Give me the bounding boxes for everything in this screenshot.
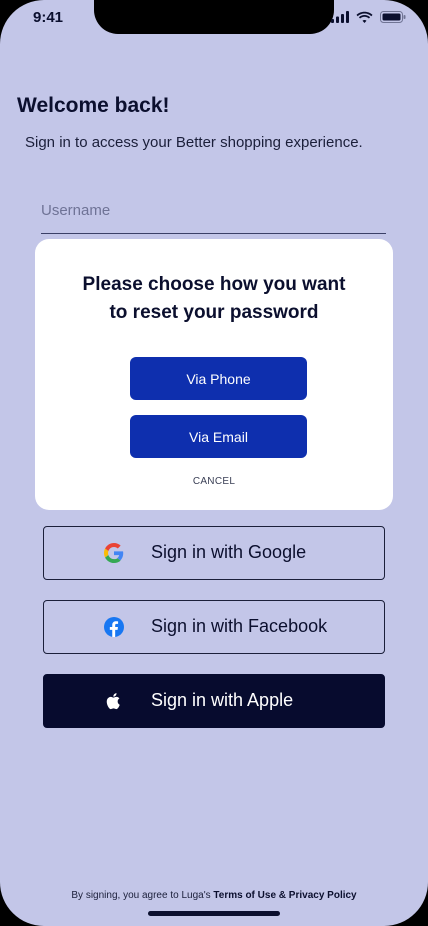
facebook-icon (104, 617, 124, 637)
dialog-title-line-1: Please choose how you want (82, 274, 346, 295)
page-title: Welcome back! (17, 94, 170, 117)
sign-in-google-button[interactable]: Sign in with Google (43, 526, 385, 580)
signal-icon (331, 11, 349, 23)
footer-prefix: By signing, you agree to Luga's (71, 890, 214, 901)
device-notch (94, 0, 334, 34)
apple-button-label: Sign in with Apple (151, 690, 294, 710)
battery-icon (380, 11, 406, 23)
footer-joiner: & (276, 890, 289, 901)
via-email-button[interactable]: Via Email (130, 415, 307, 458)
privacy-policy-link[interactable]: Privacy Policy (289, 890, 357, 901)
terms-of-use-link[interactable]: Terms of Use (213, 890, 276, 901)
legal-footer: By signing, you agree to Luga's Terms of… (0, 890, 428, 901)
phone-screen: 9:41 Welcome back! Sign in to access you… (0, 0, 428, 926)
apple-icon (106, 693, 120, 710)
reset-password-dialog: Please choose how you want to reset your… (35, 239, 393, 510)
status-time: 9:41 (33, 9, 64, 26)
username-input[interactable]: Username (41, 202, 386, 234)
page-subtitle: Sign in to access your Better shopping e… (25, 134, 363, 151)
status-icons (331, 11, 406, 23)
via-phone-button[interactable]: Via Phone (130, 357, 307, 400)
wifi-icon (356, 11, 373, 23)
home-indicator[interactable] (148, 911, 280, 916)
google-button-label: Sign in with Google (151, 542, 307, 562)
sign-in-apple-button[interactable]: Sign in with Apple (43, 674, 385, 728)
dialog-title: Please choose how you want to reset your… (35, 271, 393, 327)
facebook-button-label: Sign in with Facebook (151, 616, 328, 636)
sign-in-facebook-button[interactable]: Sign in with Facebook (43, 600, 385, 654)
cancel-button[interactable]: CANCEL (35, 476, 393, 487)
google-icon (104, 543, 124, 563)
dialog-title-line-2: to reset your password (109, 302, 319, 323)
